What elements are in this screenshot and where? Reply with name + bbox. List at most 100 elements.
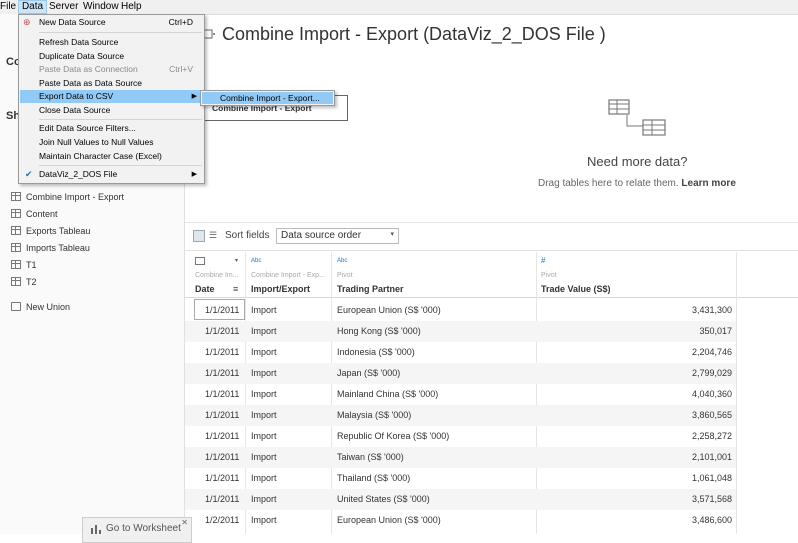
table-item-combine[interactable]: Combine Import - Export xyxy=(11,189,124,205)
submenu-arrow-icon: ▶ xyxy=(191,171,197,178)
menu-item-label: Close Data Source xyxy=(39,105,111,115)
drag-tables-hint: Drag tables here to relate them. Learn m… xyxy=(538,178,736,189)
submenu-item-combine-export[interactable]: Combine Import - Export... xyxy=(202,92,333,104)
menu-item-label: Maintain Character Case (Excel) xyxy=(39,151,162,161)
table-row: 1/1/2011 Import Japan (S$ '000) 2,799,029 xyxy=(185,363,736,384)
cell-date: 1/1/2011 xyxy=(205,326,240,336)
string-type-icon[interactable]: Abc xyxy=(251,258,261,264)
cell-import-export: Import xyxy=(251,473,277,483)
cell-import-export: Import xyxy=(251,389,277,399)
table-item-label: Exports Tableau xyxy=(26,226,91,236)
table-row: 1/1/2011 Import Malaysia (S$ '000) 3,860,56… xyxy=(185,405,736,426)
column-source-value: Pivot xyxy=(541,272,557,279)
menu-item-export-csv[interactable]: Export Data to CSV ▶ xyxy=(20,90,203,103)
cell-value: 2,101,001 xyxy=(691,452,732,462)
menu-item-label: Edit Data Source Filters... xyxy=(39,123,136,133)
cell-import-export: Import xyxy=(251,368,277,378)
menu-item-refresh-data-source[interactable]: Refresh Data Source xyxy=(20,36,203,49)
table-icon xyxy=(11,277,21,286)
column-menu-icon[interactable]: ▾ xyxy=(235,257,238,264)
table-row: 1/1/2011 Import Hong Kong (S$ '000) 350,017 xyxy=(185,321,736,342)
cell-value: 4,040,360 xyxy=(691,389,732,399)
menu-item-label: Export Data to CSV xyxy=(39,91,114,101)
cell-date: 1/1/2011 xyxy=(205,410,240,420)
menu-item-close-data-source[interactable]: Close Data Source xyxy=(20,104,203,117)
table-row: 1/2/2011 Import European Union (S$ '000) 3,… xyxy=(185,510,736,531)
cell-value: 3,431,300 xyxy=(691,305,732,315)
cell-import-export: Import xyxy=(251,347,277,357)
cell-partner: Republic Of Korea (S$ '000) xyxy=(337,431,450,441)
cell-date: 1/1/2011 xyxy=(205,368,240,378)
chart-icon xyxy=(91,525,101,534)
menu-item-join-nulls[interactable]: Join Null Values to Null Values xyxy=(20,136,203,149)
menu-file[interactable]: File xyxy=(0,1,16,13)
new-datasource-icon: ⊕ xyxy=(23,17,31,27)
menu-item-duplicate-data-source[interactable]: Duplicate Data Source xyxy=(20,50,203,63)
menu-item-new-data-source[interactable]: ⊕ New Data Source Ctrl+D xyxy=(20,16,203,29)
table-row: 1/1/2011 Import Republic Of Korea (S$ '000… xyxy=(185,426,736,447)
column-header-value[interactable]: Trade Value (S$) xyxy=(541,284,611,294)
cell-value: 350,017 xyxy=(699,326,732,336)
go-to-worksheet-button[interactable]: Go to Worksheet ✕ xyxy=(82,517,192,543)
menu-item-paste-connection: Paste Data as Connection Ctrl+V xyxy=(20,63,203,76)
menu-separator xyxy=(39,165,202,166)
menu-bar: File Data Server Window Help xyxy=(0,0,798,15)
menu-item-maintain-case[interactable]: Maintain Character Case (Excel) xyxy=(20,150,203,163)
menu-item-datasource-file[interactable]: ✔ DataViz_2_DOS File ▶ xyxy=(20,168,203,181)
menu-data[interactable]: Data xyxy=(18,0,47,14)
menu-item-edit-filters[interactable]: Edit Data Source Filters... xyxy=(20,122,203,135)
menu-server[interactable]: Server xyxy=(49,1,78,13)
table-icon xyxy=(11,243,21,252)
menu-item-paste-data-source[interactable]: Paste Data as Data Source xyxy=(20,77,203,90)
table-row: 1/1/2011 Import Indonesia (S$ '000) 2,204,7… xyxy=(185,342,736,363)
list-view-icon[interactable]: ☰ xyxy=(209,230,217,241)
column-header-import-export[interactable]: Import/Export xyxy=(251,284,310,294)
sort-icon[interactable]: ≡ xyxy=(233,284,238,294)
grid-view-icon[interactable] xyxy=(193,230,205,242)
learn-more-link[interactable]: Learn more xyxy=(681,178,735,189)
table-icon xyxy=(11,209,21,218)
table-row: 1/1/2011 Import European Union (S$ '000) 3,… xyxy=(185,300,736,321)
table-item-content[interactable]: Content xyxy=(11,206,58,222)
column-header-partner[interactable]: Trading Partner xyxy=(337,284,404,294)
cell-partner: Malaysia (S$ '000) xyxy=(337,410,412,420)
drag-tables-text: Drag tables here to relate them. xyxy=(538,178,679,189)
cell-date: 1/1/2011 xyxy=(205,431,240,441)
cell-date: 1/1/2011 xyxy=(205,452,240,462)
cell-value: 2,258,272 xyxy=(691,431,732,441)
string-type-icon[interactable]: Abc xyxy=(337,258,347,264)
column-source-date: Combine Im... xyxy=(195,272,239,279)
cell-date: 1/1/2011 xyxy=(205,473,240,483)
table-item-exports[interactable]: Exports Tableau xyxy=(11,223,90,239)
cell-value: 3,860,565 xyxy=(691,410,732,420)
menu-item-label: DataViz_2_DOS File xyxy=(39,169,118,179)
column-header-date[interactable]: Date xyxy=(195,284,215,294)
cell-partner: Mainland China (S$ '000) xyxy=(337,389,439,399)
number-type-icon[interactable]: # xyxy=(541,256,545,265)
new-union-item[interactable]: New Union xyxy=(11,299,70,315)
table-item-t1[interactable]: T1 xyxy=(11,257,37,273)
table-item-imports[interactable]: Imports Tableau xyxy=(11,240,90,256)
menu-item-label: Join Null Values to Null Values xyxy=(39,137,154,147)
cell-value: 1,061,048 xyxy=(691,473,732,483)
cell-partner: United States (S$ '000) xyxy=(337,494,430,504)
menu-item-label: Paste Data as Connection xyxy=(39,64,138,74)
cell-date: 1/1/2011 xyxy=(205,389,240,399)
menu-item-label: Paste Data as Data Source xyxy=(39,78,143,88)
export-csv-submenu: Combine Import - Export... xyxy=(200,90,335,106)
menu-separator xyxy=(39,119,202,120)
cell-import-export: Import xyxy=(251,431,277,441)
union-icon xyxy=(11,302,21,311)
table-item-t2[interactable]: T2 xyxy=(11,274,37,290)
menu-window[interactable]: Window xyxy=(83,1,119,13)
grid-top-divider xyxy=(185,250,798,251)
sort-fields-select[interactable]: Data source order ▾ xyxy=(276,228,399,244)
new-union-label: New Union xyxy=(26,302,71,312)
table-row: 1/1/2011 Import United States (S$ '000) 3,5… xyxy=(185,489,736,510)
menu-item-label: New Data Source xyxy=(39,17,106,27)
go-to-worksheet-label: Go to Worksheet xyxy=(106,523,181,534)
cell-date: 1/2/2011 xyxy=(205,515,240,525)
data-menu: ⊕ New Data Source Ctrl+D Refresh Data So… xyxy=(18,14,205,184)
cell-date: 1/1/2011 xyxy=(205,305,240,315)
menu-help[interactable]: Help xyxy=(121,1,142,13)
